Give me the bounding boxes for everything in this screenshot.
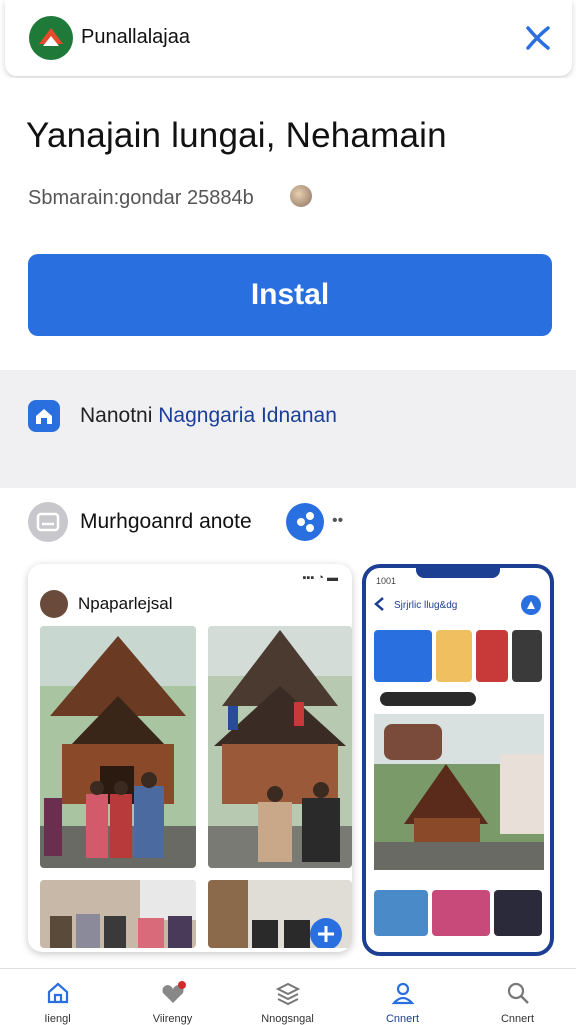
nav-link[interactable]: Nanotni Nagngaria Idnanan xyxy=(80,404,337,428)
tile-5[interactable] xyxy=(374,890,428,936)
tab-layers[interactable]: Nnogsngal xyxy=(230,969,345,1025)
tile-6[interactable] xyxy=(432,890,490,936)
subtitle: Sbmarain:gondar 25884b xyxy=(28,187,254,209)
tile-1[interactable] xyxy=(374,630,432,682)
tile-7[interactable] xyxy=(494,890,542,936)
heart-icon xyxy=(162,981,186,1003)
tile-3[interactable] xyxy=(476,630,508,682)
nav-text-bold: Nanotni xyxy=(80,404,153,427)
section-label: Murhgoanrd anote xyxy=(80,510,252,533)
tab-label-home: Iiengl xyxy=(44,1013,71,1025)
nav-text-link[interactable]: Nagngaria Idnanan xyxy=(158,404,337,427)
home-icon xyxy=(28,400,60,432)
tab-favorites[interactable]: Viirengy xyxy=(115,969,230,1025)
back-arrow-icon[interactable] xyxy=(372,596,388,612)
phone-preview[interactable]: 1001 Sjrjrlic llug&dg xyxy=(362,564,554,956)
more-icon[interactable]: •• xyxy=(332,512,343,530)
phone-status: 1001 xyxy=(376,576,397,586)
card-title: Npaparlejsal xyxy=(78,594,173,613)
top-bar: Punallalajaa xyxy=(5,0,572,76)
tab-label-profile: Cnnert xyxy=(385,1013,420,1025)
hero-section: Yanajain lungai, Nehamain Sbmarain:gonda… xyxy=(0,78,576,370)
compass-icon[interactable] xyxy=(520,594,542,616)
phone-header: Sjrjrlic llug&dg xyxy=(394,600,458,611)
phone-notch xyxy=(416,568,500,578)
app-name: Punallalajaa xyxy=(81,26,190,48)
home-icon xyxy=(47,982,69,1004)
nav-band xyxy=(0,370,576,488)
page-title: Yanajain lungai, Nehamain xyxy=(26,116,447,155)
avatar xyxy=(40,590,68,618)
tab-label-favorites: Viirengy xyxy=(152,1013,193,1025)
tab-label-layers: Nnogsngal xyxy=(261,1013,314,1025)
share-icon[interactable] xyxy=(286,503,324,541)
tab-home[interactable]: Iiengl xyxy=(0,969,115,1025)
layers-icon xyxy=(275,982,301,1006)
tag-bar xyxy=(380,692,476,706)
app-logo xyxy=(29,16,73,60)
bottom-tab-bar: Iiengl Viirengy Nnogsngal Cnnert Cnnert … xyxy=(0,968,576,1025)
photo-house-group-1[interactable] xyxy=(40,626,196,868)
install-button[interactable]: Instal xyxy=(28,254,552,336)
profile-icon xyxy=(391,982,415,1005)
photo-group-4[interactable] xyxy=(208,880,352,948)
status-bar: ▪▪▪ ◔ ▬ xyxy=(302,572,338,584)
tab-profile[interactable]: Cnnert xyxy=(345,969,460,1025)
tab-label-search-text: Cnnert xyxy=(500,1013,535,1025)
photo-card[interactable]: ▪▪▪ ◔ ▬ Npaparlejsal xyxy=(28,564,352,952)
tab-search[interactable]: Cnnert Cnnert xyxy=(460,969,575,1025)
search-icon xyxy=(507,982,529,1004)
photo-house-group-2[interactable] xyxy=(208,626,352,868)
tile-2[interactable] xyxy=(436,630,472,682)
avatar xyxy=(290,185,312,207)
close-icon[interactable] xyxy=(522,22,554,54)
phone-main-image[interactable] xyxy=(374,714,544,870)
tile-4[interactable] xyxy=(512,630,542,682)
photo-group-3[interactable] xyxy=(40,880,196,948)
gallery-icon xyxy=(28,502,68,542)
